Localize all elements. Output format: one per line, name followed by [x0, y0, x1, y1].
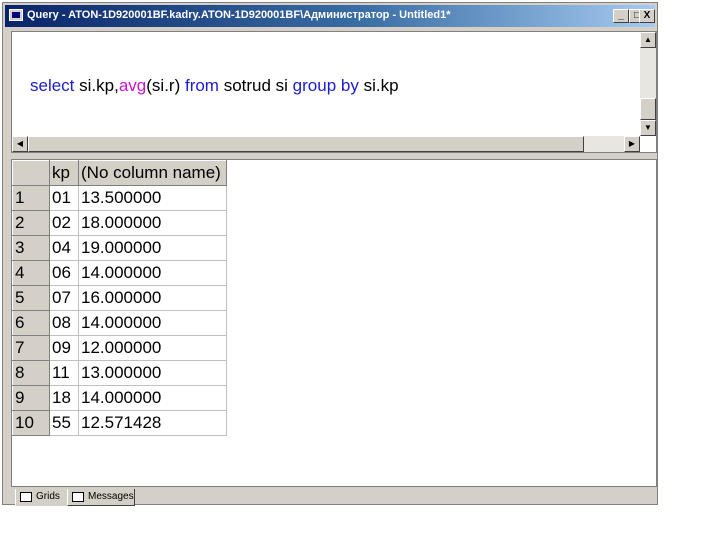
row-number-cell[interactable]: 9: [12, 385, 50, 411]
sql-token: (si.r): [146, 76, 185, 95]
kp-cell[interactable]: 08: [49, 310, 79, 336]
row-number-cell[interactable]: 7: [12, 335, 50, 361]
table-row[interactable]: 6 08 14.000000: [12, 310, 227, 336]
editor-vertical-scrollbar[interactable]: ▲ ▼: [640, 32, 656, 136]
sql-token: group by: [292, 76, 359, 95]
avg-value-cell[interactable]: 14.000000: [78, 260, 227, 286]
editor-vscroll-thumb[interactable]: [640, 98, 656, 120]
scroll-right-icon[interactable]: ▶: [624, 136, 640, 152]
kp-cell[interactable]: 09: [49, 335, 79, 361]
table-row[interactable]: 3 04 19.000000: [12, 235, 227, 261]
kp-cell[interactable]: 06: [49, 260, 79, 286]
minimize-button[interactable]: _: [613, 9, 629, 23]
sql-token: sotrud si: [218, 76, 293, 95]
results-tabs: Grids Messages: [11, 489, 657, 507]
sql-token: si.kp,: [74, 76, 119, 95]
editor-horizontal-scrollbar[interactable]: ◀ ▶: [12, 136, 640, 152]
row-number-cell[interactable]: 1: [12, 185, 50, 211]
avg-value-cell[interactable]: 12.000000: [78, 335, 227, 361]
row-number-cell[interactable]: 8: [12, 360, 50, 386]
tab-messages[interactable]: Messages: [67, 489, 135, 506]
tab-grids[interactable]: Grids: [15, 489, 69, 506]
sql-token: select: [30, 76, 75, 95]
row-number-cell[interactable]: 5: [12, 285, 50, 311]
messages-icon: [72, 492, 84, 502]
sql-query-text[interactable]: select si.kp,avg(si.r) from sotrud si gr…: [30, 76, 399, 96]
table-row[interactable]: 8 11 13.000000: [12, 360, 227, 386]
query-editor[interactable]: select si.kp,avg(si.r) from sotrud si gr…: [11, 31, 657, 153]
sql-token: avg: [118, 76, 147, 95]
query-window-icon: [9, 9, 23, 21]
sql-token: from: [184, 76, 219, 95]
kp-cell[interactable]: 02: [49, 210, 79, 236]
table-row[interactable]: 7 09 12.000000: [12, 335, 227, 361]
avg-value-cell[interactable]: 16.000000: [78, 285, 227, 311]
table-row[interactable]: 9 18 14.000000: [12, 385, 227, 411]
row-number-cell[interactable]: 2: [12, 210, 50, 236]
avg-value-cell[interactable]: 12.571428: [78, 410, 227, 436]
kp-cell[interactable]: 07: [49, 285, 79, 311]
editor-hscroll-thumb[interactable]: [28, 136, 584, 152]
close-button[interactable]: X: [639, 9, 655, 23]
table-row[interactable]: 4 06 14.000000: [12, 260, 227, 286]
avg-value-cell[interactable]: 14.000000: [78, 385, 227, 411]
avg-value-cell[interactable]: 13.500000: [78, 185, 227, 211]
title-bar[interactable]: Query - ATON-1D920001BF.kadry.ATON-1D920…: [5, 5, 655, 27]
sql-token: si.kp: [358, 76, 399, 95]
avg-value-cell[interactable]: 19.000000: [78, 235, 227, 261]
query-window: Query - ATON-1D920001BF.kadry.ATON-1D920…: [2, 2, 658, 507]
row-number-cell[interactable]: 10: [12, 410, 50, 436]
avg-value-cell[interactable]: 14.000000: [78, 310, 227, 336]
results-table: kp (No column name) 1 01 13.500000 2 02 18.00…: [12, 160, 227, 436]
scroll-up-icon[interactable]: ▲: [640, 32, 656, 48]
table-row[interactable]: 10 55 12.571428: [12, 410, 227, 436]
kp-cell[interactable]: 55: [49, 410, 79, 436]
row-number-cell[interactable]: 3: [12, 235, 50, 261]
scroll-down-icon[interactable]: ▼: [640, 120, 656, 136]
table-row[interactable]: 5 07 16.000000: [12, 285, 227, 311]
tab-grids-label: Grids: [36, 491, 60, 502]
grid-icon: [20, 492, 32, 502]
kp-cell[interactable]: 01: [49, 185, 79, 211]
window-title: Query - ATON-1D920001BF.kadry.ATON-1D920…: [27, 9, 451, 21]
header-row: kp (No column name): [12, 160, 227, 186]
kp-cell[interactable]: 18: [49, 385, 79, 411]
table-row[interactable]: 2 02 18.000000: [12, 210, 227, 236]
avg-value-cell[interactable]: 13.000000: [78, 360, 227, 386]
kp-cell[interactable]: 04: [49, 235, 79, 261]
column-header-avg[interactable]: (No column name): [78, 160, 227, 186]
grid-corner-cell[interactable]: [12, 160, 50, 186]
table-row[interactable]: 1 01 13.500000: [12, 185, 227, 211]
kp-cell[interactable]: 11: [49, 360, 79, 386]
results-grid-pane: kp (No column name) 1 01 13.500000 2 02 18.00…: [11, 159, 657, 487]
avg-value-cell[interactable]: 18.000000: [78, 210, 227, 236]
scroll-left-icon[interactable]: ◀: [12, 136, 28, 152]
column-header-kp[interactable]: kp: [49, 160, 79, 186]
tab-messages-label: Messages: [88, 491, 134, 502]
row-number-cell[interactable]: 4: [12, 260, 50, 286]
row-number-cell[interactable]: 6: [12, 310, 50, 336]
